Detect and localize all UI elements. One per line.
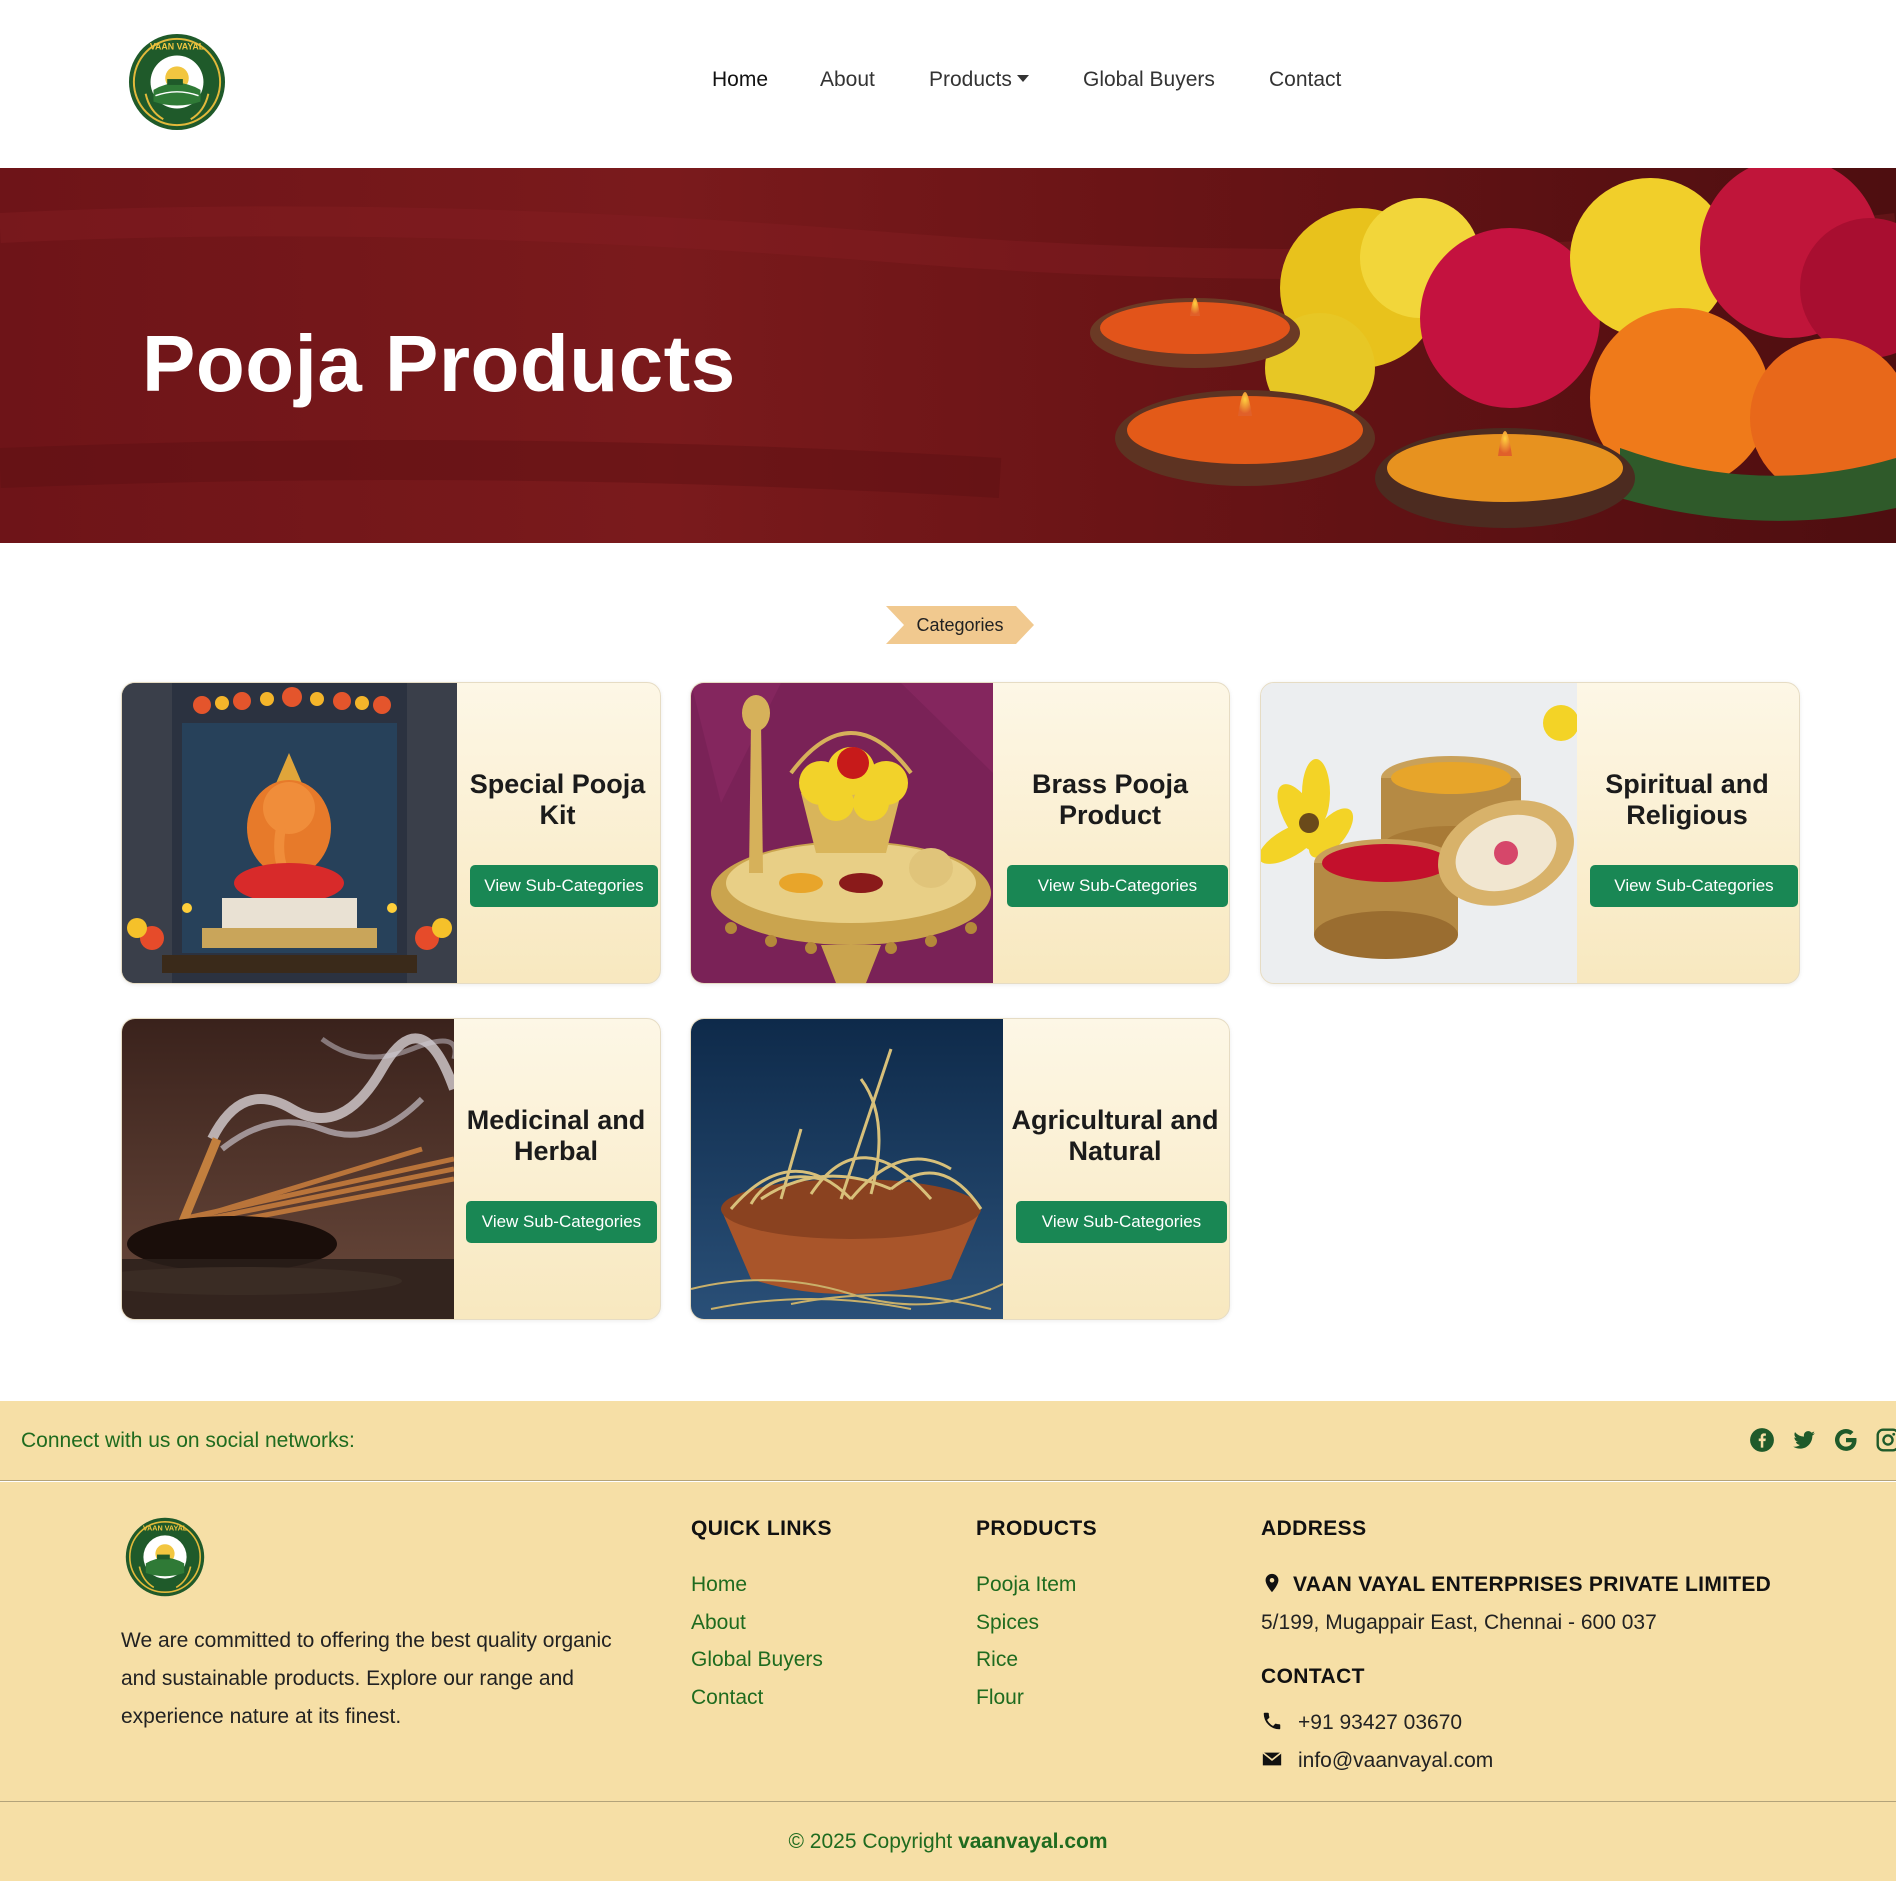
address-line: 5/199, Mugappair East, Chennai - 600 037 [1261, 1611, 1657, 1634]
phone-icon [1263, 1712, 1281, 1730]
hero-banner: Pooja Products [0, 168, 1896, 543]
copyright-bar: © 2025 Copyright vaanvayal.com [0, 1801, 1896, 1881]
copyright-site-link[interactable]: vaanvayal.com [958, 1830, 1107, 1853]
instagram-icon[interactable] [1875, 1427, 1896, 1453]
view-sub-categories-button[interactable]: View Sub-Categories [470, 865, 658, 907]
google-icon[interactable] [1833, 1427, 1859, 1453]
view-sub-categories-button[interactable]: View Sub-Categories [1007, 865, 1228, 907]
chevron-down-icon [1016, 75, 1029, 83]
footer-link-home[interactable]: Home [691, 1573, 747, 1597]
card-body: Brass Pooja Product View Sub-Categories [991, 683, 1229, 983]
card-title: Special Pooja Kit [469, 769, 646, 830]
footer-link-about[interactable]: About [691, 1611, 746, 1635]
copyright-text: © 2025 Copyright vaanvayal.com [0, 1830, 1896, 1854]
company-name: VAAN VAYAL ENTERPRISES PRIVATE LIMITED [1293, 1573, 1772, 1596]
social-bar: Connect with us on social networks: [0, 1401, 1896, 1481]
quick-links-heading: QUICK LINKS [691, 1517, 832, 1540]
footer-link-spices[interactable]: Spices [976, 1611, 1039, 1635]
contact-heading: CONTACT [1261, 1665, 1365, 1688]
vetiver-roots-image [691, 1019, 1003, 1319]
card-body: Special Pooja Kit View Sub-Categories [455, 683, 660, 983]
footer-link-rice[interactable]: Rice [976, 1648, 1018, 1672]
contact-email[interactable]: info@vaanvayal.com [1298, 1749, 1493, 1773]
twitter-icon[interactable] [1791, 1427, 1817, 1453]
footer-link-pooja-item[interactable]: Pooja Item [976, 1573, 1076, 1597]
categories-badge: Categories [886, 606, 1034, 644]
brass-pooja-thali-image [691, 683, 993, 983]
map-pin-icon [1265, 1573, 1279, 1593]
card-body: Agricultural and Natural View Sub-Catego… [1001, 1019, 1229, 1319]
page-title: Pooja Products [142, 319, 736, 408]
category-card-special-pooja-kit: Special Pooja Kit View Sub-Categories [121, 682, 661, 984]
card-title: Brass Pooja Product [1031, 769, 1189, 830]
address-heading: ADDRESS [1261, 1517, 1367, 1540]
navbar: VAAN VAYAL Home About Products Global Bu… [0, 0, 1896, 168]
card-body: Medicinal and Herbal View Sub-Categories [452, 1019, 660, 1319]
category-card-spiritual-and-religious: Spiritual and Religious View Sub-Categor… [1260, 682, 1800, 984]
categories-badge-label: Categories [916, 615, 1004, 635]
card-title: Medicinal and Herbal [466, 1105, 646, 1166]
footer-logo[interactable]: VAAN VAYAL [125, 1517, 205, 1597]
products-heading: PRODUCTS [976, 1517, 1098, 1540]
footer-link-flour[interactable]: Flour [976, 1686, 1024, 1710]
nav-global-buyers[interactable]: Global Buyers [1083, 68, 1215, 92]
kumkum-turmeric-image [1261, 683, 1577, 983]
category-card-brass-pooja-product: Brass Pooja Product View Sub-Categories [690, 682, 1230, 984]
ganesha-altar-image [122, 683, 457, 983]
main-nav: Home About Products Global Buyers Contac… [0, 68, 1896, 100]
logo-text: VAAN VAYAL [150, 42, 205, 52]
facebook-icon[interactable] [1749, 1427, 1775, 1453]
footer-logo-text: VAAN VAYAL [143, 1524, 188, 1533]
view-sub-categories-button[interactable]: View Sub-Categories [1590, 865, 1798, 907]
copyright-prefix: © 2025 Copyright [788, 1830, 953, 1853]
footer-link-global-buyers[interactable]: Global Buyers [691, 1648, 823, 1672]
contact-phone[interactable]: +91 93427 03670 [1298, 1711, 1462, 1735]
nav-products-dropdown[interactable]: Products [929, 68, 1029, 92]
card-title: Spiritual and Religious [1605, 769, 1769, 830]
view-sub-categories-button[interactable]: View Sub-Categories [466, 1201, 657, 1243]
category-card-agricultural-and-natural: Agricultural and Natural View Sub-Catego… [690, 1018, 1230, 1320]
footer-about-text: We are committed to offering the best qu… [121, 1629, 612, 1728]
envelope-icon [1262, 1751, 1282, 1766]
nav-about[interactable]: About [820, 68, 875, 92]
category-card-medicinal-and-herbal: Medicinal and Herbal View Sub-Categories [121, 1018, 661, 1320]
social-text: Connect with us on social networks: [21, 1429, 355, 1452]
card-title: Agricultural and Natural [1011, 1105, 1219, 1166]
nav-home[interactable]: Home [712, 68, 768, 92]
incense-sticks-image [122, 1019, 454, 1319]
nav-products-label: Products [929, 68, 1012, 91]
view-sub-categories-button[interactable]: View Sub-Categories [1016, 1201, 1227, 1243]
nav-contact[interactable]: Contact [1269, 68, 1341, 92]
footer-link-contact[interactable]: Contact [691, 1686, 763, 1710]
card-body: Spiritual and Religious View Sub-Categor… [1575, 683, 1799, 983]
